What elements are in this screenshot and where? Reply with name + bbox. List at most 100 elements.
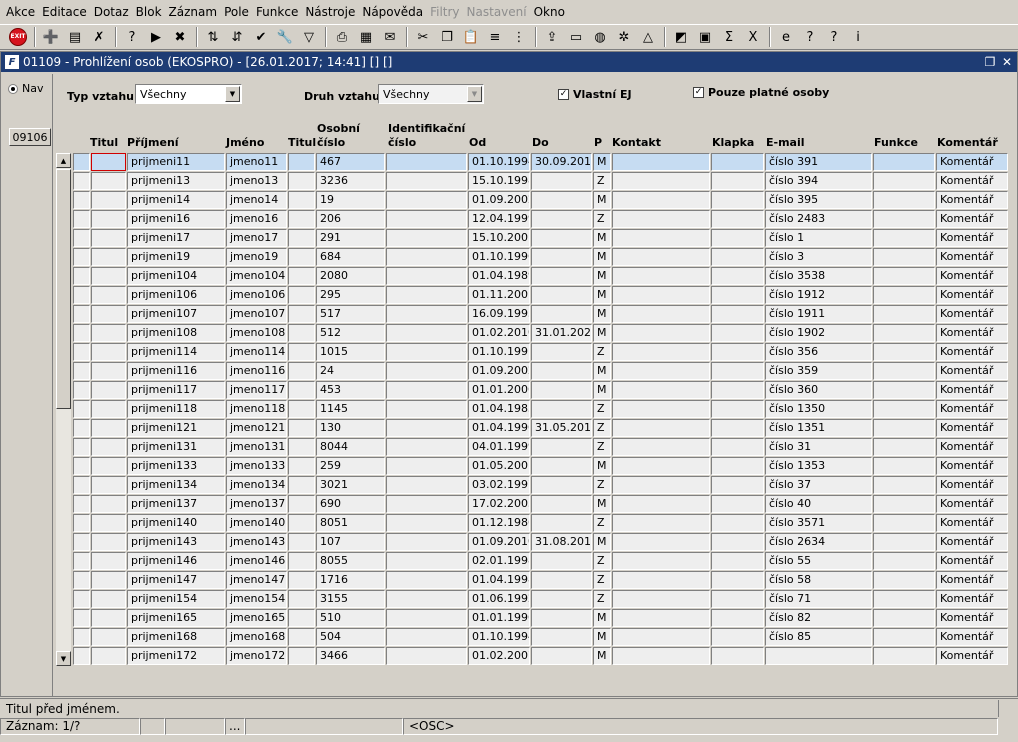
- cell-jmeno[interactable]: jmeno16: [226, 210, 287, 228]
- cell-email[interactable]: číslo 3571: [765, 514, 872, 532]
- table-row[interactable]: prijmeni137 jmeno137 690 17.02.2003 Mčíslo 4…: [73, 495, 1008, 514]
- cell-osobni-cislo[interactable]: 3155: [316, 590, 385, 608]
- cell-od[interactable]: 04.01.1999: [468, 438, 530, 456]
- menu-nastroje[interactable]: Nástroje: [303, 0, 360, 24]
- cell-pohlavi[interactable]: M: [593, 248, 611, 266]
- cell-klapka[interactable]: [711, 571, 764, 589]
- cell-identifikacni-cislo[interactable]: [386, 305, 467, 323]
- table-row[interactable]: prijmeni140 jmeno140 8051 01.12.1986 Zčíslo …: [73, 514, 1008, 533]
- cell-titul[interactable]: [91, 381, 126, 399]
- cell-kontakt[interactable]: [612, 381, 710, 399]
- cell-titul-za[interactable]: [288, 381, 315, 399]
- cell-jmeno[interactable]: jmeno131: [226, 438, 287, 456]
- cell-prijmeni[interactable]: prijmeni108: [127, 324, 225, 342]
- duplicate-record-icon[interactable]: ▤: [65, 27, 85, 47]
- cell-komentar[interactable]: Komentář: [936, 590, 1008, 608]
- cell-pohlavi[interactable]: M: [593, 305, 611, 323]
- row-selector[interactable]: [73, 248, 90, 266]
- cell-klapka[interactable]: [711, 533, 764, 551]
- ie-icon[interactable]: e: [776, 27, 796, 47]
- cell-osobni-cislo[interactable]: 684: [316, 248, 385, 266]
- cell-titul[interactable]: [91, 514, 126, 532]
- cell-email[interactable]: číslo 31: [765, 438, 872, 456]
- cell-kontakt[interactable]: [612, 628, 710, 646]
- nav-radio-button[interactable]: [8, 83, 18, 94]
- cell-do[interactable]: [531, 229, 592, 247]
- cell-do[interactable]: 31.05.2019: [531, 419, 592, 437]
- row-selector[interactable]: [73, 628, 90, 646]
- cell-do[interactable]: [531, 172, 592, 190]
- cell-od[interactable]: 01.11.2001: [468, 286, 530, 304]
- cell-funkce[interactable]: [873, 153, 935, 171]
- cell-klapka[interactable]: [711, 343, 764, 361]
- cell-email[interactable]: číslo 395: [765, 191, 872, 209]
- cell-identifikacni-cislo[interactable]: [386, 457, 467, 475]
- cell-kontakt[interactable]: [612, 153, 710, 171]
- cell-titul[interactable]: [91, 210, 126, 228]
- cell-od[interactable]: 01.02.2007: [468, 647, 530, 665]
- row-selector[interactable]: [73, 286, 90, 304]
- row-selector[interactable]: [73, 305, 90, 323]
- cell-do[interactable]: 31.01.2020: [531, 324, 592, 342]
- cell-od[interactable]: 01.05.2001: [468, 457, 530, 475]
- cell-titul-za[interactable]: [288, 590, 315, 608]
- cell-email[interactable]: číslo 55: [765, 552, 872, 570]
- cell-pohlavi[interactable]: Z: [593, 419, 611, 437]
- cell-titul[interactable]: [91, 153, 126, 171]
- cell-od[interactable]: 01.10.1996: [468, 248, 530, 266]
- cell-pohlavi[interactable]: M: [593, 362, 611, 380]
- cell-od[interactable]: 01.12.1986: [468, 514, 530, 532]
- cell-osobni-cislo[interactable]: 3236: [316, 172, 385, 190]
- cell-prijmeni[interactable]: prijmeni168: [127, 628, 225, 646]
- cell-titul-za[interactable]: [288, 210, 315, 228]
- cell-komentar[interactable]: Komentář: [936, 457, 1008, 475]
- cell-od[interactable]: 01.01.1996: [468, 609, 530, 627]
- cell-pohlavi[interactable]: M: [593, 153, 611, 171]
- scroll-thumb[interactable]: [56, 169, 71, 409]
- row-selector[interactable]: [73, 647, 90, 665]
- cell-klapka[interactable]: [711, 324, 764, 342]
- cell-osobni-cislo[interactable]: 19: [316, 191, 385, 209]
- cell-identifikacni-cislo[interactable]: [386, 419, 467, 437]
- table-row[interactable]: prijmeni104 jmeno104 2080 01.04.1989 Mčíslo …: [73, 267, 1008, 286]
- cell-osobni-cislo[interactable]: 504: [316, 628, 385, 646]
- table-row[interactable]: prijmeni118 jmeno118 1145 01.04.1983 Zčíslo …: [73, 400, 1008, 419]
- restore-window-icon[interactable]: ❐: [983, 55, 997, 69]
- cell-do[interactable]: [531, 362, 592, 380]
- row-selector[interactable]: [73, 457, 90, 475]
- row-selector[interactable]: [73, 514, 90, 532]
- scroll-up-icon[interactable]: ▲: [56, 153, 71, 168]
- row-selector[interactable]: [73, 571, 90, 589]
- table-row[interactable]: prijmeni117 jmeno117 453 01.01.2006 Mčíslo 3…: [73, 381, 1008, 400]
- cell-titul[interactable]: [91, 286, 126, 304]
- cell-od[interactable]: 01.04.1998: [468, 571, 530, 589]
- cell-jmeno[interactable]: jmeno172: [226, 647, 287, 665]
- cell-titul[interactable]: [91, 476, 126, 494]
- cell-identifikacni-cislo[interactable]: [386, 210, 467, 228]
- row-selector[interactable]: [73, 210, 90, 228]
- cell-email[interactable]: číslo 2634: [765, 533, 872, 551]
- cell-pohlavi[interactable]: Z: [593, 400, 611, 418]
- cell-osobni-cislo[interactable]: 3466: [316, 647, 385, 665]
- cell-od[interactable]: 03.02.1997: [468, 476, 530, 494]
- cell-funkce[interactable]: [873, 476, 935, 494]
- cell-prijmeni[interactable]: prijmeni104: [127, 267, 225, 285]
- cell-titul[interactable]: [91, 343, 126, 361]
- cell-pohlavi[interactable]: M: [593, 628, 611, 646]
- cell-identifikacni-cislo[interactable]: [386, 248, 467, 266]
- cell-jmeno[interactable]: jmeno114: [226, 343, 287, 361]
- cell-komentar[interactable]: Komentář: [936, 248, 1008, 266]
- cell-funkce[interactable]: [873, 552, 935, 570]
- cell-osobni-cislo[interactable]: 1716: [316, 571, 385, 589]
- cell-pohlavi[interactable]: M: [593, 457, 611, 475]
- cell-jmeno[interactable]: jmeno146: [226, 552, 287, 570]
- cell-kontakt[interactable]: [612, 400, 710, 418]
- cell-titul-za[interactable]: [288, 229, 315, 247]
- chevron-down-icon[interactable]: ▼: [467, 86, 482, 102]
- print-icon[interactable]: ⎙: [332, 27, 352, 47]
- cell-pohlavi[interactable]: M: [593, 286, 611, 304]
- cell-identifikacni-cislo[interactable]: [386, 286, 467, 304]
- cell-komentar[interactable]: Komentář: [936, 533, 1008, 551]
- cell-komentar[interactable]: Komentář: [936, 514, 1008, 532]
- druh-vztahu-select[interactable]: Všechny ▼: [378, 84, 484, 104]
